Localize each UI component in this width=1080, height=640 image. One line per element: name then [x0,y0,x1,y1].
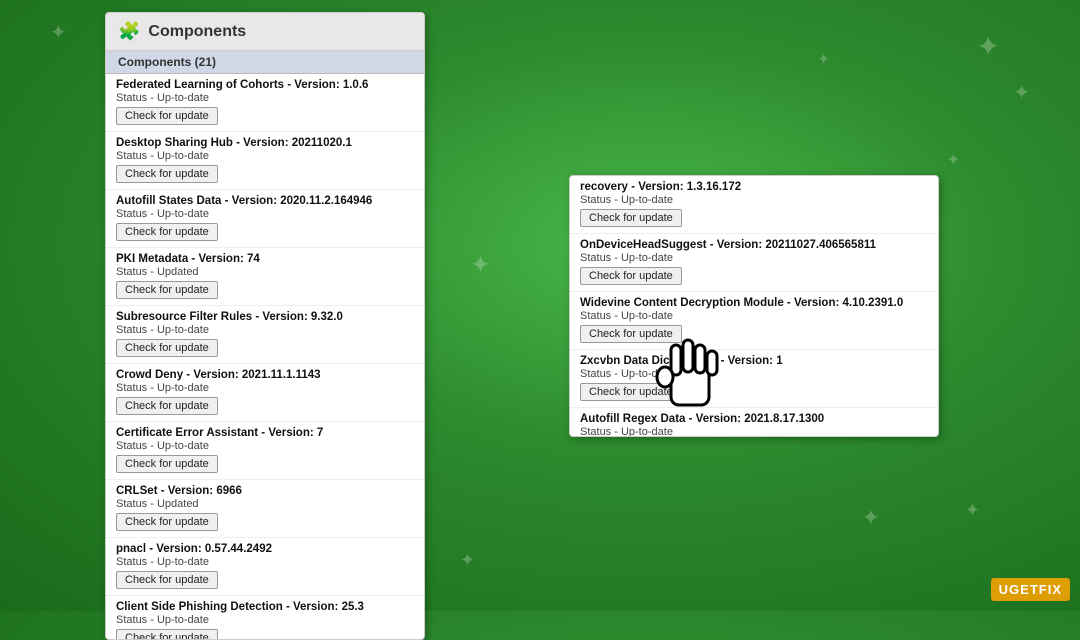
component-status: Status - Up-to-date [116,324,414,336]
panel-title: Components [148,23,246,41]
component-name: Client Side Phishing Detection - Version… [116,601,414,613]
list-item: Zxcvbn Data Dictionaries - Version: 1Sta… [570,350,938,408]
deco-puzzle-9: ✦ [965,500,980,521]
check-update-button[interactable]: Check for update [116,281,218,299]
list-item: Certificate Error Assistant - Version: 7… [106,422,424,480]
panel-subheader: Components (21) [106,51,424,74]
panel-header: 🧩 Components [106,13,424,51]
component-name: Desktop Sharing Hub - Version: 20211020.… [116,137,414,149]
check-update-button[interactable]: Check for update [580,325,682,343]
list-item: Client Side Phishing Detection - Version… [106,596,424,639]
check-update-button[interactable]: Check for update [580,383,682,401]
component-status: Status - Up-to-date [580,368,928,380]
component-name: recovery - Version: 1.3.16.172 [580,181,928,193]
list-item: Federated Learning of Cohorts - Version:… [106,74,424,132]
watermark: UGETFIX [991,578,1070,601]
component-name: Zxcvbn Data Dictionaries - Version: 1 [580,355,928,367]
component-status: Status - Up-to-date [580,252,928,264]
check-update-button[interactable]: Check for update [116,339,218,357]
check-update-button[interactable]: Check for update [116,571,218,589]
component-name: OnDeviceHeadSuggest - Version: 20211027.… [580,239,928,251]
deco-puzzle-6: ✦ [460,550,475,571]
component-status: Status - Up-to-date [580,194,928,206]
check-update-button[interactable]: Check for update [580,209,682,227]
component-status: Status - Up-to-date [116,614,414,626]
check-update-button[interactable]: Check for update [580,267,682,285]
check-update-button[interactable]: Check for update [116,629,218,639]
component-status: Status - Updated [116,498,414,510]
component-status: Status - Up-to-date [116,556,414,568]
deco-puzzle-4: ✦ [50,20,67,45]
check-update-button[interactable]: Check for update [116,513,218,531]
component-name: Autofill Regex Data - Version: 2021.8.17… [580,413,928,425]
component-name: Widevine Content Decryption Module - Ver… [580,297,928,309]
secondary-panel-content: recovery - Version: 1.3.16.172Status - U… [570,176,938,436]
component-name: pnacl - Version: 0.57.44.2492 [116,543,414,555]
list-item: Desktop Sharing Hub - Version: 20211020.… [106,132,424,190]
component-name: CRLSet - Version: 6966 [116,485,414,497]
check-update-button[interactable]: Check for update [116,107,218,125]
deco-puzzle-2: ✦ [1013,80,1030,105]
component-name: Subresource Filter Rules - Version: 9.32… [116,311,414,323]
component-status: Status - Up-to-date [580,310,928,322]
list-item: CRLSet - Version: 6966Status - Updated Ch… [106,480,424,538]
list-item: Subresource Filter Rules - Version: 9.32… [106,306,424,364]
main-components-panel: 🧩 Components Components (21) Federated L… [105,12,425,640]
check-update-button[interactable]: Check for update [116,223,218,241]
list-item: Crowd Deny - Version: 2021.11.1.1143Stat… [106,364,424,422]
component-status: Status - Up-to-date [116,150,414,162]
component-name: Crowd Deny - Version: 2021.11.1.1143 [116,369,414,381]
list-item: Autofill States Data - Version: 2020.11.… [106,190,424,248]
component-name: Certificate Error Assistant - Version: 7 [116,427,414,439]
component-status: Status - Up-to-date [116,92,414,104]
components-icon: 🧩 [118,21,140,42]
deco-puzzle-3: ✦ [947,150,960,170]
list-item: recovery - Version: 1.3.16.172Status - U… [570,176,938,234]
deco-puzzle-7: ✦ [470,250,491,280]
component-name: PKI Metadata - Version: 74 [116,253,414,265]
deco-puzzle-10: ✦ [817,50,830,68]
component-status: Status - Up-to-date [580,426,928,436]
component-status: Status - Up-to-date [116,208,414,220]
component-name: Federated Learning of Cohorts - Version:… [116,79,414,91]
check-update-button[interactable]: Check for update [116,165,218,183]
check-update-button[interactable]: Check for update [116,455,218,473]
component-name: Autofill States Data - Version: 2020.11.… [116,195,414,207]
deco-puzzle-5: ✦ [862,505,880,531]
list-item: OnDeviceHeadSuggest - Version: 20211027.… [570,234,938,292]
secondary-components-panel: recovery - Version: 1.3.16.172Status - U… [569,175,939,437]
component-status: Status - Up-to-date [116,382,414,394]
list-item: Widevine Content Decryption Module - Ver… [570,292,938,350]
list-item: Autofill Regex Data - Version: 2021.8.17… [570,408,938,436]
component-status: Status - Updated [116,266,414,278]
list-item: pnacl - Version: 0.57.44.2492Status - Up… [106,538,424,596]
panel-content: Federated Learning of Cohorts - Version:… [106,74,424,639]
check-update-button[interactable]: Check for update [116,397,218,415]
list-item: PKI Metadata - Version: 74Status - Updat… [106,248,424,306]
deco-puzzle-1: ✦ [977,30,1000,63]
component-status: Status - Up-to-date [116,440,414,452]
